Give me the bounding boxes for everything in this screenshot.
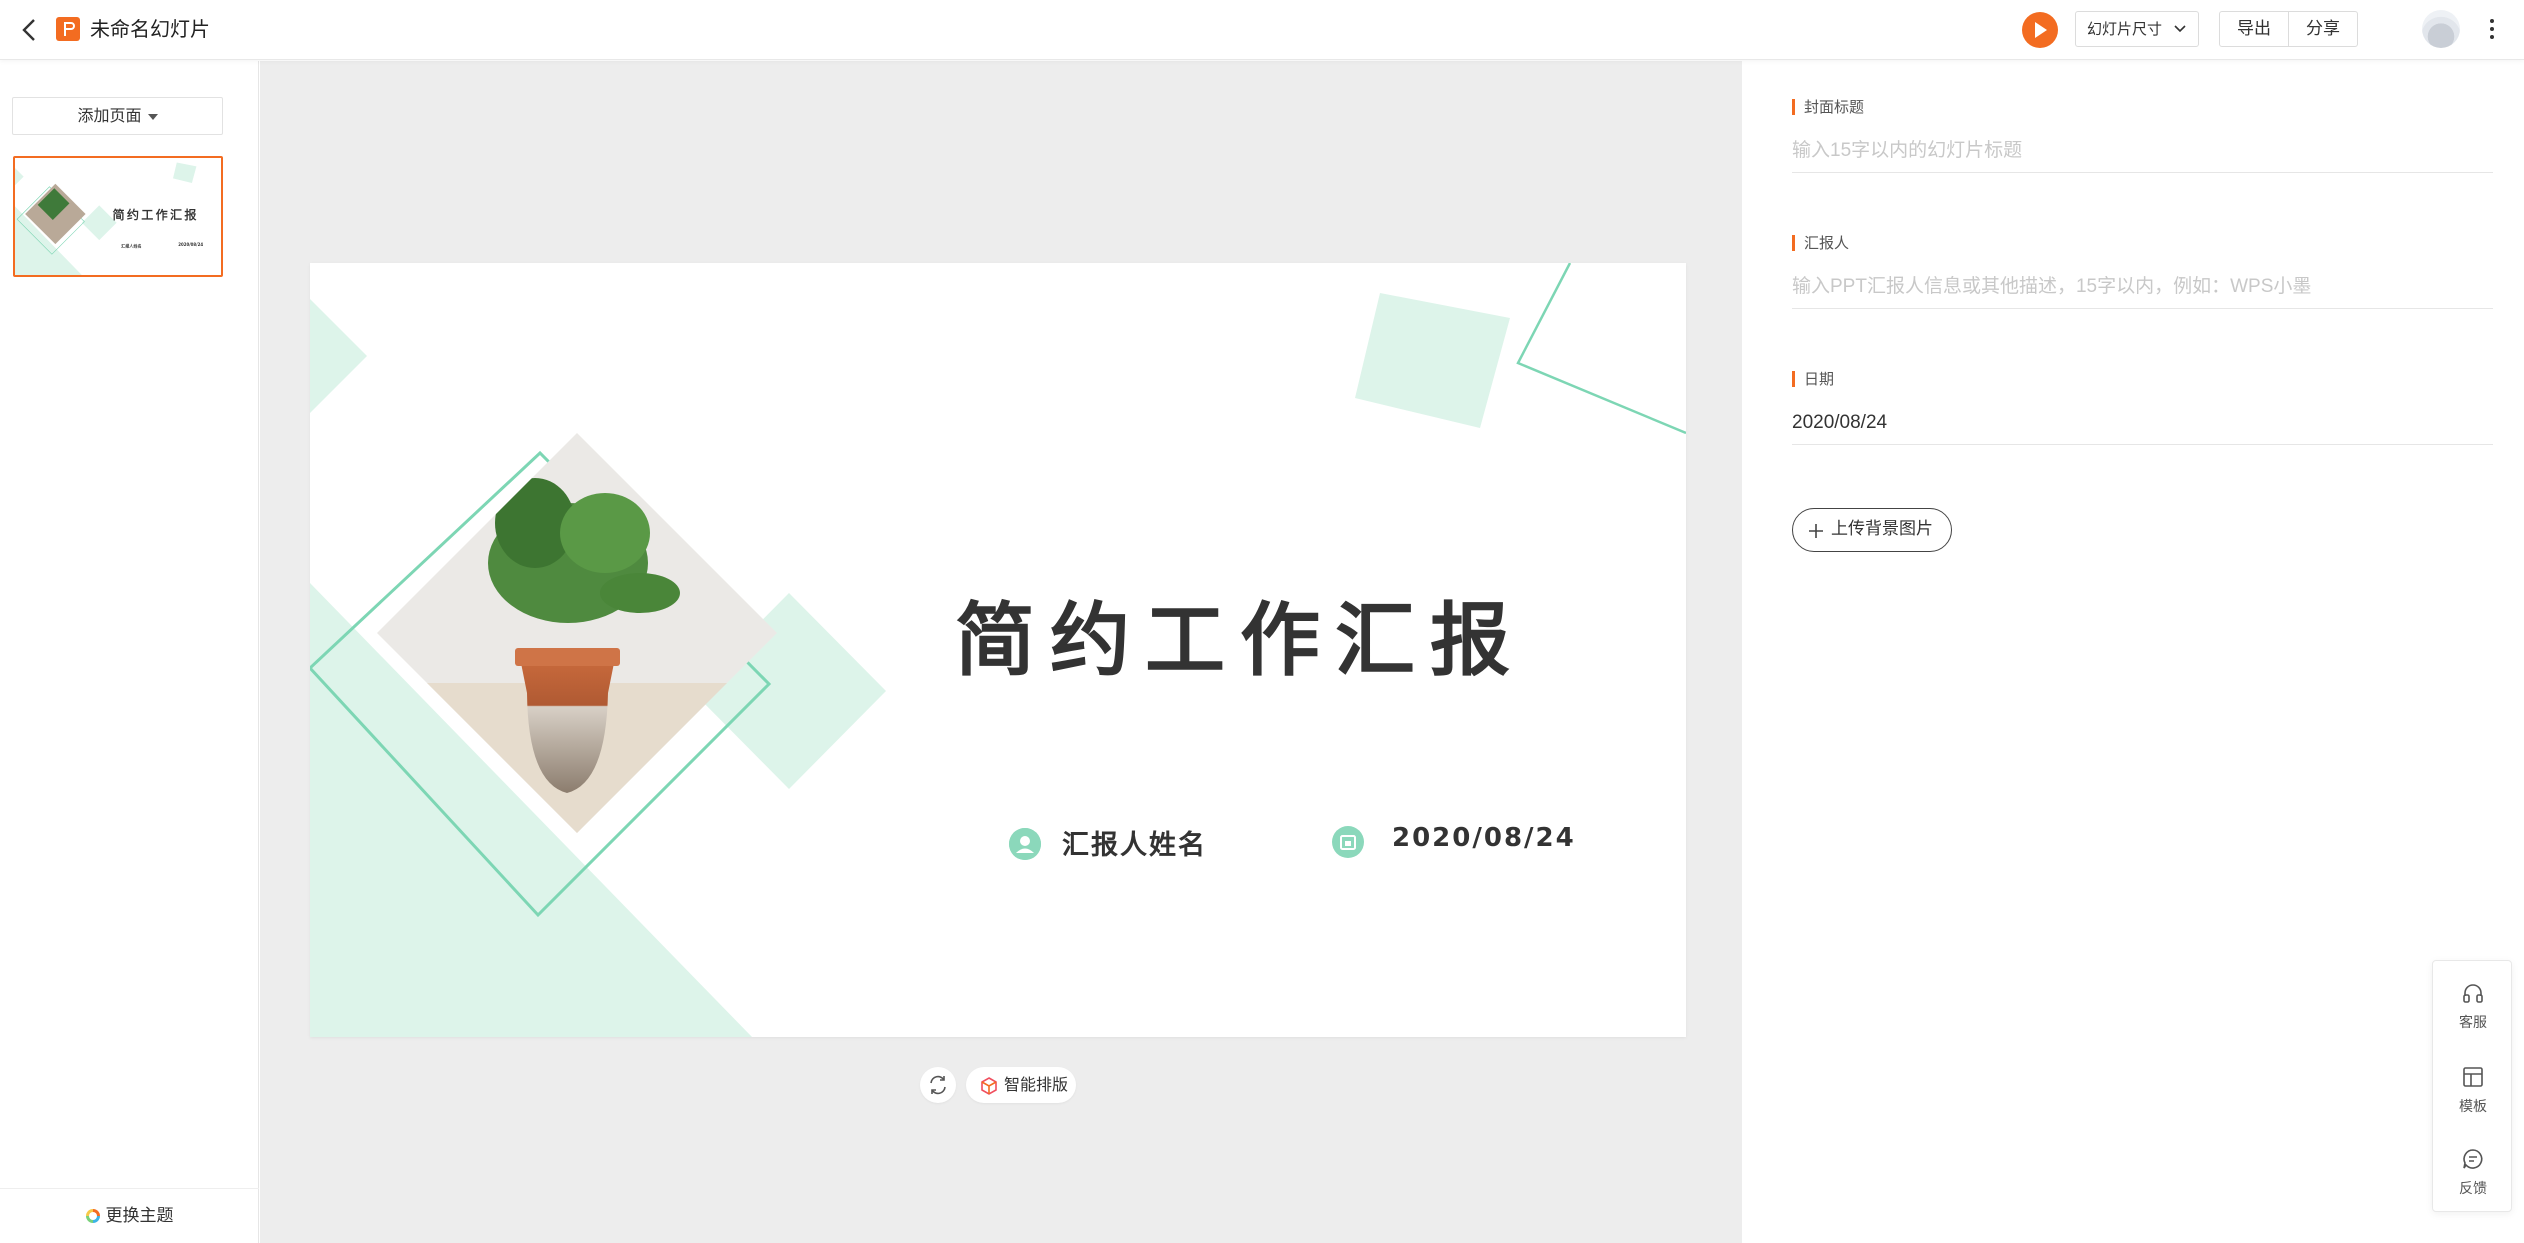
- smart-layout-label: 智能排版: [1004, 1075, 1068, 1094]
- back-arrow-icon[interactable]: [14, 14, 46, 46]
- presentation-app-icon: [56, 17, 80, 41]
- upload-background-label: 上传背景图片: [1831, 519, 1933, 539]
- change-theme-button[interactable]: 更换主题: [0, 1188, 259, 1243]
- export-button[interactable]: 导出: [2220, 12, 2288, 46]
- calendar-icon: [1332, 826, 1364, 858]
- mint-square-top-right: [1355, 293, 1510, 428]
- refresh-icon: [920, 1067, 956, 1103]
- upload-background-button[interactable]: 上传背景图片: [1792, 508, 1952, 552]
- date-input[interactable]: [1792, 401, 2493, 445]
- export-share-group: 导出 分享: [2219, 11, 2358, 47]
- slide-canvas[interactable]: 简约工作汇报 汇报人姓名 2020/08/24: [310, 263, 1686, 1037]
- play-slideshow-button[interactable]: [2022, 12, 2058, 48]
- customer-service-button[interactable]: 客服: [2433, 961, 2513, 1043]
- reporter-input[interactable]: [1792, 265, 2493, 309]
- floating-tools: 客服 模板 反馈: [2432, 960, 2512, 1212]
- chat-bubble-icon: [2461, 1147, 2485, 1171]
- slide-thumbnail-content: 简约工作汇报 汇报人姓名 2020/08/24: [15, 158, 223, 275]
- thumb-reporter: 汇报人姓名: [121, 243, 141, 249]
- refresh-layout-button[interactable]: [920, 1067, 956, 1103]
- slide-thumbnail[interactable]: 简约工作汇报 汇报人姓名 2020/08/24: [13, 156, 223, 277]
- date-field-label: 日期: [1792, 370, 1834, 388]
- customer-service-label: 客服: [2433, 1012, 2513, 1032]
- slide-list-panel: 添加页面 简约工作汇报 汇报人姓名 2020/08/24 更换主题: [0, 61, 259, 1243]
- template-label: 模板: [2433, 1096, 2513, 1116]
- plus-icon: [1808, 523, 1824, 539]
- mint-shape-top-left: [310, 299, 367, 413]
- thumb-title: 简约工作汇报: [113, 205, 199, 223]
- more-menu-icon[interactable]: [2482, 14, 2502, 44]
- feedback-button[interactable]: 反馈: [2433, 1127, 2513, 1209]
- change-theme-label: 更换主题: [106, 1206, 174, 1226]
- template-button[interactable]: 模板: [2433, 1045, 2513, 1127]
- template-icon: [2461, 1065, 2485, 1089]
- title-input[interactable]: [1792, 129, 2493, 173]
- feedback-label: 反馈: [2433, 1178, 2513, 1198]
- chevron-down-icon: [2174, 25, 2186, 33]
- document-title[interactable]: 未命名幻灯片: [90, 16, 210, 42]
- headset-icon: [2461, 981, 2485, 1005]
- smart-layout-button[interactable]: 智能排版: [966, 1067, 1076, 1103]
- top-bar: 未命名幻灯片 幻灯片尺寸 导出 分享: [0, 0, 2524, 60]
- add-page-button[interactable]: 添加页面: [12, 97, 223, 135]
- theme-ring-icon: [86, 1209, 100, 1223]
- properties-panel: 封面标题 汇报人 日期 上传背景图片: [1742, 61, 2524, 1243]
- reporter-field-label: 汇报人: [1792, 234, 1849, 252]
- editor-canvas: 简约工作汇报 汇报人姓名 2020/08/24 智能排版: [260, 61, 1742, 1243]
- slide-reporter[interactable]: 汇报人姓名: [1062, 823, 1207, 862]
- cube-icon: [980, 1077, 998, 1095]
- avatar[interactable]: [2422, 10, 2460, 48]
- slide-title[interactable]: 简约工作汇报: [955, 576, 1525, 692]
- slide-date[interactable]: 2020/08/24: [1392, 823, 1576, 853]
- user-glyph-icon: [1009, 828, 1041, 860]
- outline-top-right: [1518, 263, 1686, 433]
- slide-size-dropdown[interactable]: 幻灯片尺寸: [2075, 11, 2199, 47]
- add-page-label: 添加页面: [77, 106, 141, 125]
- slide-size-label: 幻灯片尺寸: [2087, 20, 2162, 38]
- title-field-label: 封面标题: [1792, 98, 1864, 116]
- thumb-date: 2020/08/24: [178, 243, 203, 248]
- share-button[interactable]: 分享: [2288, 12, 2357, 46]
- caret-down-icon: [148, 114, 158, 120]
